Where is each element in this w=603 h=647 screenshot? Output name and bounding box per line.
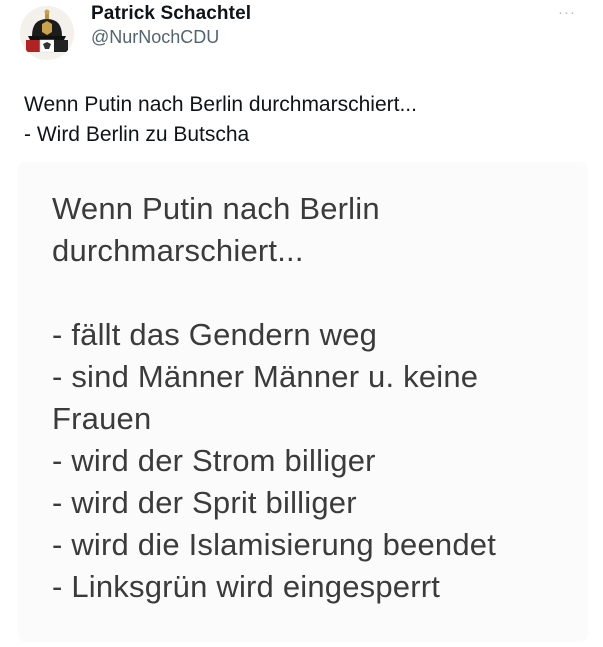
media-list-line: - wird der Strom billiger: [52, 443, 376, 478]
avatar[interactable]: [20, 6, 74, 60]
media-list-line: - wird die Islamisierung beendet: [52, 527, 497, 562]
author-name[interactable]: Patrick Schachtel: [91, 3, 251, 25]
tweet: Patrick Schachtel @NurNochCDU ··· Wenn P…: [0, 0, 603, 647]
media-text: Wenn Putin nach Berlin durchmarschiert..…: [52, 188, 496, 608]
media-list-line: - fällt das Gendern weg: [52, 317, 378, 352]
media-list-line: - Linksgrün wird eingesperrt: [52, 569, 441, 604]
tweet-text: Wenn Putin nach Berlin durchmarschiert..…: [24, 90, 417, 150]
media-heading-line: Wenn Putin nach Berlin: [52, 191, 380, 226]
pickelhaube-avatar-icon: [20, 6, 74, 60]
tweet-text-line: Wenn Putin nach Berlin durchmarschiert..…: [24, 93, 417, 116]
media-heading-line: durchmarschiert...: [52, 233, 304, 268]
tweet-text-line: - Wird Berlin zu Butscha: [24, 123, 250, 146]
media-list-line: - sind Männer Männer u. keine: [52, 359, 479, 394]
more-options-icon[interactable]: ···: [558, 4, 576, 21]
media-spacer: [52, 272, 496, 314]
media-list-line: Frauen: [52, 401, 152, 436]
author-handle[interactable]: @NurNochCDU: [91, 27, 219, 48]
media-list-line: - wird der Sprit billiger: [52, 485, 357, 520]
